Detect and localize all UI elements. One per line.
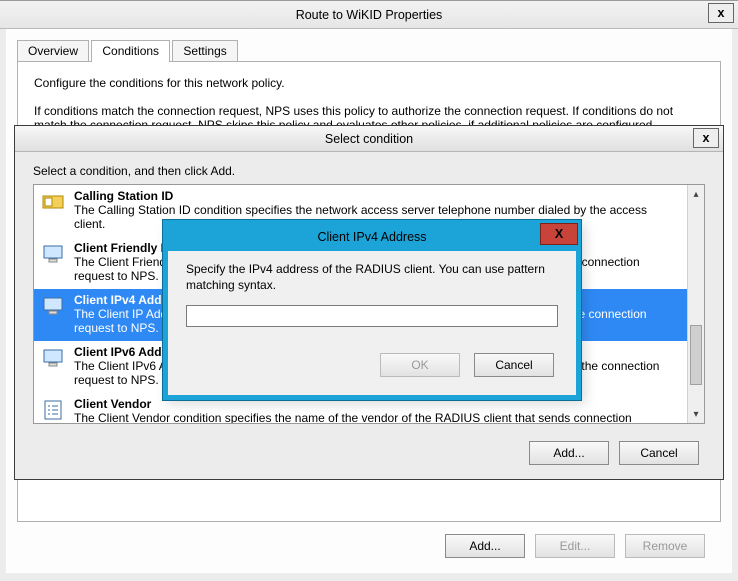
scrollbar[interactable]: ▴ ▾ <box>687 185 704 423</box>
select-condition-button-row: Add... Cancel <box>529 441 699 465</box>
scroll-down-icon[interactable]: ▾ <box>688 405 704 423</box>
conditions-intro-1: Configure the conditions for this networ… <box>34 76 704 90</box>
select-condition-close-button[interactable]: x <box>693 128 719 148</box>
client-ipv4-body: Specify the IPv4 address of the RADIUS c… <box>168 251 576 387</box>
properties-close-button[interactable]: x <box>708 3 734 23</box>
scroll-thumb[interactable] <box>690 325 702 385</box>
properties-title: Route to WiKID Properties <box>296 8 443 22</box>
tab-conditions[interactable]: Conditions <box>91 40 170 62</box>
client-ipv4-ok-button[interactable]: OK <box>380 353 460 377</box>
checklist-icon <box>40 397 66 423</box>
client-ipv4-title: Client IPv4 Address <box>317 230 426 244</box>
client-ipv4-cancel-button[interactable]: Cancel <box>474 353 554 377</box>
conditions-button-row: Add... Edit... Remove <box>445 534 705 558</box>
scroll-up-icon[interactable]: ▴ <box>688 185 704 203</box>
client-ipv4-input[interactable] <box>186 305 558 327</box>
select-condition-titlebar: Select condition x <box>15 126 723 152</box>
select-cancel-button[interactable]: Cancel <box>619 441 699 465</box>
client-ipv4-close-button[interactable]: X <box>540 223 578 245</box>
computer-icon <box>40 345 66 371</box>
conditions-add-button[interactable]: Add... <box>445 534 525 558</box>
select-condition-title: Select condition <box>325 132 413 146</box>
client-ipv4-button-row: OK Cancel <box>186 353 558 377</box>
client-ipv4-prompt: Specify the IPv4 address of the RADIUS c… <box>186 261 558 293</box>
computer-icon <box>40 241 66 267</box>
list-item-desc: The Client Vendor condition specifies th… <box>74 411 632 424</box>
calling-station-id-icon <box>40 189 66 215</box>
properties-titlebar: Route to WiKID Properties x <box>0 1 738 29</box>
computer-icon <box>40 293 66 319</box>
client-ipv4-dialog: Client IPv4 Address X Specify the IPv4 a… <box>163 220 581 400</box>
select-add-button[interactable]: Add... <box>529 441 609 465</box>
tab-overview[interactable]: Overview <box>17 40 89 61</box>
tab-settings[interactable]: Settings <box>172 40 237 61</box>
select-condition-prompt: Select a condition, and then click Add. <box>33 164 705 178</box>
conditions-edit-button[interactable]: Edit... <box>535 534 615 558</box>
client-ipv4-titlebar: Client IPv4 Address X <box>166 223 578 251</box>
conditions-remove-button[interactable]: Remove <box>625 534 705 558</box>
list-item-title: Calling Station ID <box>74 189 681 203</box>
tab-strip: Overview Conditions Settings <box>17 40 731 62</box>
